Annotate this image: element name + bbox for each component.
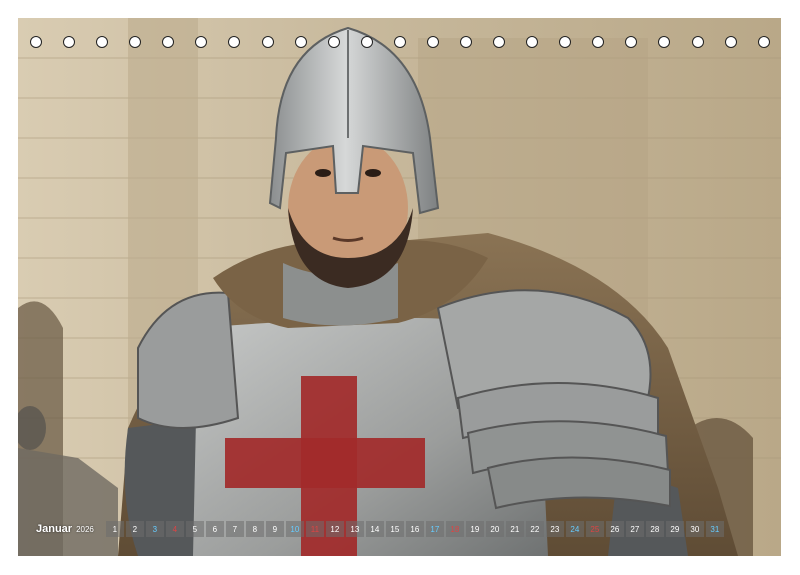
day-cell: 10 bbox=[285, 521, 304, 537]
binding-hole bbox=[63, 36, 76, 48]
day-cell: 25 bbox=[585, 521, 604, 537]
binding-hole bbox=[426, 36, 439, 48]
day-cell: 4 bbox=[165, 521, 184, 537]
binding-hole bbox=[294, 36, 307, 48]
day-cell: 1 bbox=[105, 521, 124, 537]
day-cell: 31 bbox=[705, 521, 724, 537]
day-cell: 8 bbox=[245, 521, 264, 537]
binding-hole bbox=[30, 36, 42, 48]
binding-hole bbox=[228, 36, 241, 48]
day-cell: 22 bbox=[525, 521, 544, 537]
day-cell: 6 bbox=[205, 521, 224, 537]
spiral-binding bbox=[30, 34, 770, 50]
binding-hole bbox=[460, 36, 473, 48]
binding-hole bbox=[757, 36, 770, 48]
day-cell: 3 bbox=[145, 521, 164, 537]
knight-illustration bbox=[18, 18, 781, 556]
day-cell: 20 bbox=[485, 521, 504, 537]
day-cell: 5 bbox=[185, 521, 204, 537]
binding-hole bbox=[261, 36, 274, 48]
day-cell: 2 bbox=[125, 521, 144, 537]
binding-hole bbox=[526, 36, 539, 48]
binding-hole bbox=[96, 36, 109, 48]
day-cell: 19 bbox=[465, 521, 484, 537]
binding-hole bbox=[592, 36, 605, 48]
day-cell: 12 bbox=[325, 521, 344, 537]
binding-hole bbox=[691, 36, 704, 48]
day-list: 1 2 3 4 5 6 7 8 9 10 11 12 13 14 15 16 17 18 19 20 21 22 23 24 2… bbox=[105, 521, 724, 537]
day-cell: 24 bbox=[565, 521, 584, 537]
calendar-strip: Januar 2026 1 2 3 4 5 6 7 8 9 10 11 12 13 14 15 16 17 18 1… bbox=[36, 520, 766, 538]
day-cell: 16 bbox=[405, 521, 424, 537]
year-label: 2026 bbox=[76, 524, 94, 534]
day-cell: 17 bbox=[425, 521, 444, 537]
binding-hole bbox=[195, 36, 208, 48]
day-cell: 15 bbox=[385, 521, 404, 537]
binding-hole bbox=[493, 36, 506, 48]
binding-hole bbox=[559, 36, 572, 48]
day-cell: 11 bbox=[305, 521, 324, 537]
month-label: Januar bbox=[36, 523, 73, 535]
day-cell: 21 bbox=[505, 521, 524, 537]
binding-hole bbox=[724, 36, 737, 48]
day-cell: 18 bbox=[445, 521, 464, 537]
day-cell: 27 bbox=[625, 521, 644, 537]
calendar-page: Januar 2026 1 2 3 4 5 6 7 8 9 10 11 12 13 14 15 16 17 18 1… bbox=[0, 0, 800, 575]
binding-hole bbox=[129, 36, 142, 48]
binding-hole bbox=[327, 36, 340, 48]
binding-hole bbox=[393, 36, 406, 48]
day-cell: 7 bbox=[225, 521, 244, 537]
binding-hole bbox=[658, 36, 671, 48]
day-cell: 26 bbox=[605, 521, 624, 537]
day-cell: 30 bbox=[685, 521, 704, 537]
day-cell: 14 bbox=[365, 521, 384, 537]
day-cell: 23 bbox=[545, 521, 564, 537]
binding-hole bbox=[625, 36, 638, 48]
binding-hole bbox=[162, 36, 175, 48]
day-cell: 9 bbox=[265, 521, 284, 537]
day-cell: 29 bbox=[665, 521, 684, 537]
day-cell: 28 bbox=[645, 521, 664, 537]
day-cell: 13 bbox=[345, 521, 364, 537]
binding-hole bbox=[360, 36, 373, 48]
calendar-photo bbox=[18, 18, 781, 556]
